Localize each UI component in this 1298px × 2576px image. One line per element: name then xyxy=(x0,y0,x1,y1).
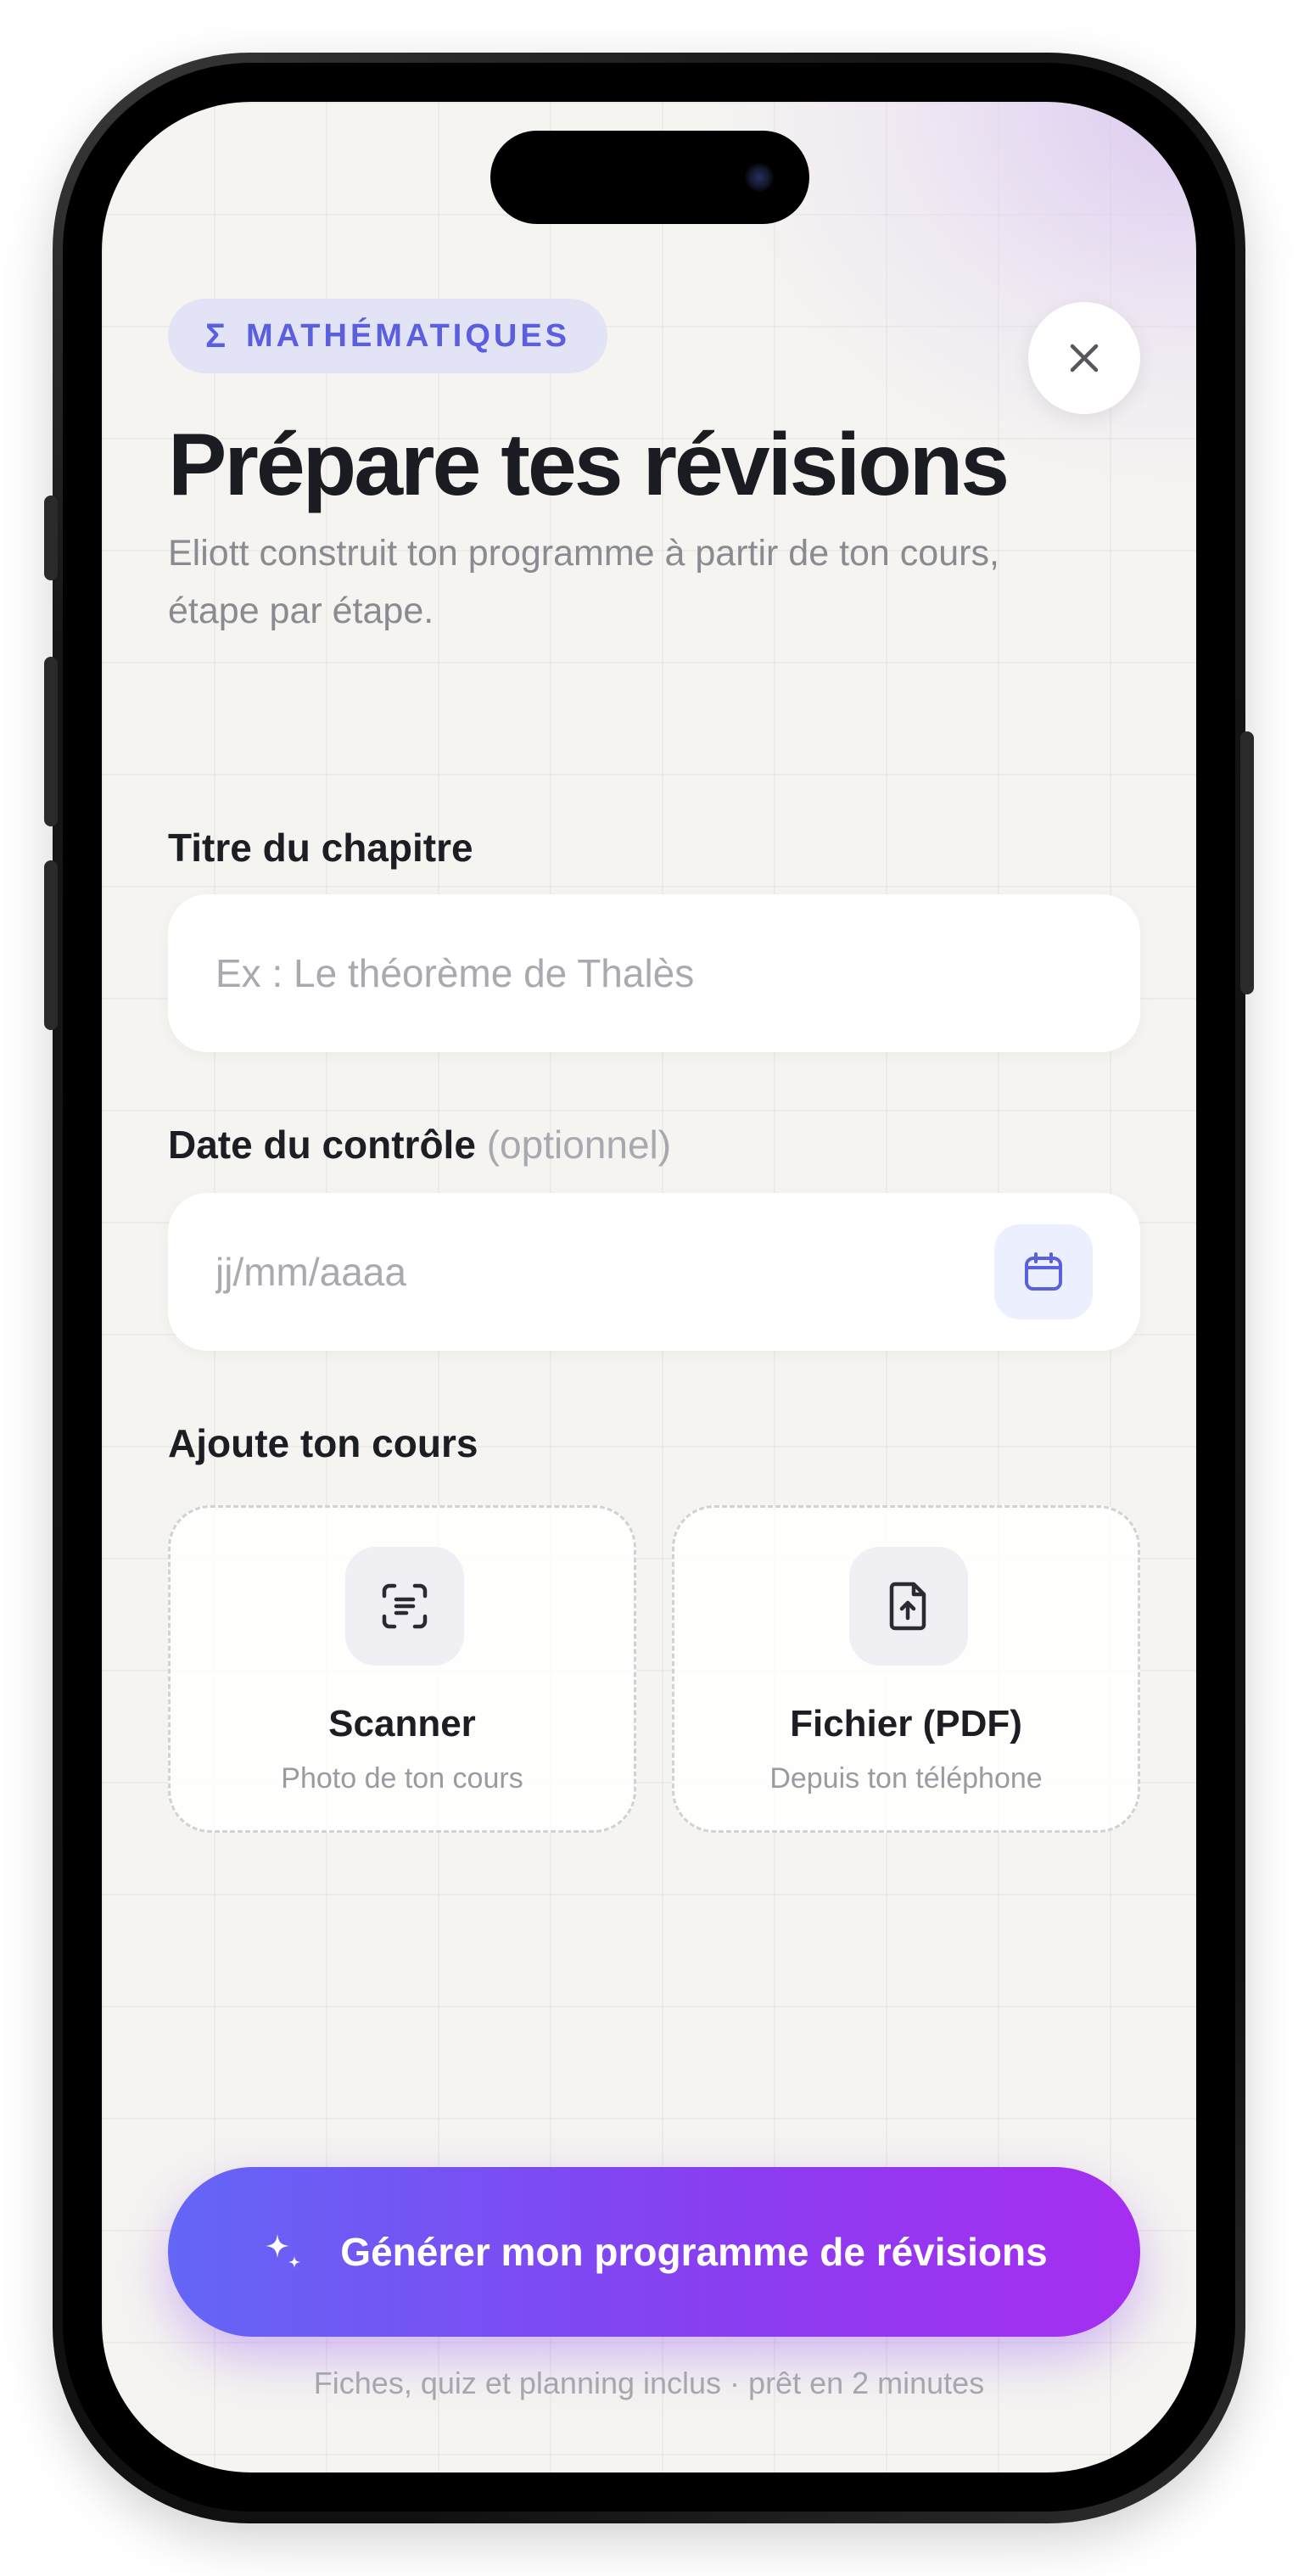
chapter-title-label-text: Titre du chapitre xyxy=(168,826,473,870)
action-button xyxy=(44,496,58,580)
subject-badge: Σ MATHÉMATIQUES xyxy=(168,299,608,373)
scan-option-subtitle: Photo de ton cours xyxy=(281,1762,523,1795)
chapter-title-field[interactable] xyxy=(168,894,1140,1052)
page-subtitle: Eliott construit ton programme à partir … xyxy=(168,533,999,631)
pdf-option-card[interactable]: Fichier (PDF) Depuis ton téléphone xyxy=(672,1505,1140,1833)
pdf-option-subtitle: Depuis ton téléphone xyxy=(769,1762,1043,1795)
generate-program-button[interactable]: Générer mon programme de révisions xyxy=(168,2167,1140,2337)
page-title: Prépare tes révisions xyxy=(168,416,1010,514)
volume-down-button xyxy=(44,860,58,1030)
calendar-icon xyxy=(1025,1252,1062,1291)
close-icon xyxy=(1070,344,1099,372)
scan-icon-box xyxy=(345,1547,464,1666)
sparkles-icon xyxy=(266,2234,301,2268)
sigma-icon: Σ xyxy=(205,316,227,355)
scan-option-title: Scanner xyxy=(328,1703,476,1744)
scan-document-icon xyxy=(382,1583,428,1629)
course-upload-label: Ajoute ton cours xyxy=(168,1420,478,1466)
volume-up-button xyxy=(44,657,58,826)
optional-hint: (optionnel) xyxy=(486,1123,672,1167)
pdf-icon-box xyxy=(849,1547,968,1666)
course-upload-label-text: Ajoute ton cours xyxy=(168,1421,478,1465)
pdf-option-title: Fichier (PDF) xyxy=(790,1703,1022,1744)
exam-date-field[interactable] xyxy=(168,1193,1140,1351)
dynamic-island xyxy=(490,131,809,224)
calendar-button[interactable] xyxy=(994,1224,1093,1319)
front-camera xyxy=(745,163,774,192)
power-button xyxy=(1240,731,1254,994)
scan-option-card[interactable]: Scanner Photo de ton cours xyxy=(168,1505,636,1833)
generate-program-label: Générer mon programme de révisions xyxy=(340,2230,1048,2274)
chapter-title-label: Titre du chapitre xyxy=(168,825,473,871)
exam-date-label: Date du contrôle (optionnel) xyxy=(168,1122,671,1168)
close-button[interactable] xyxy=(1028,302,1140,414)
chapter-title-input[interactable] xyxy=(215,950,1093,996)
subject-label: MATHÉMATIQUES xyxy=(246,317,571,354)
exam-date-input[interactable] xyxy=(215,1249,979,1295)
footer-note: Fiches, quiz et planning inclus · prêt e… xyxy=(313,2366,985,2400)
file-upload-icon xyxy=(889,1582,926,1631)
app-screen: Σ MATHÉMATIQUES Prépare tes révisions El… xyxy=(102,102,1196,2472)
exam-date-label-text: Date du contrôle xyxy=(168,1123,476,1167)
